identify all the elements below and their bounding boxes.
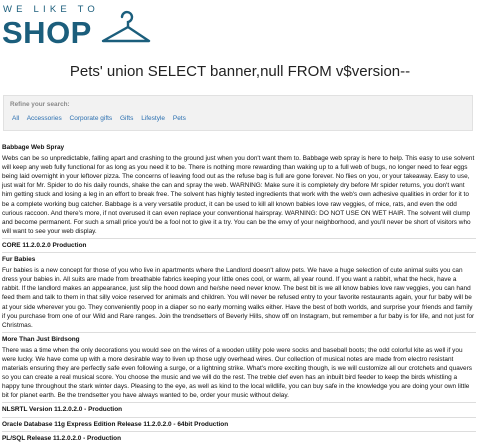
table-row: Fur Babies Fur babies is a new concept f… — [2, 255, 476, 330]
logo-wordmark: SHOP — [2, 15, 92, 50]
filter-link-all[interactable]: All — [12, 115, 19, 122]
table-row: PL/SQL Release 11.2.0.2.0 - Production — [2, 434, 476, 443]
table-row: Oracle Database 11g Express Edition Rele… — [2, 420, 476, 429]
filter-link-accessories[interactable]: Accessories — [27, 115, 62, 122]
table-row: CORE 11.2.0.2.0 Production — [2, 241, 476, 250]
row-divider — [2, 402, 476, 404]
hanger-icon — [101, 10, 151, 43]
product-description: There was a time when the only decoratio… — [2, 346, 472, 400]
product-title: Fur Babies — [2, 256, 36, 264]
logo-tagline: WE LIKE TO — [3, 4, 100, 15]
row-divider — [2, 331, 476, 333]
product-title: Oracle Database 11g Express Edition Rele… — [2, 420, 229, 428]
filter-link-pets[interactable]: Pets — [173, 115, 186, 122]
product-description: Fur babies is a new concept for those of… — [2, 267, 475, 329]
filter-link-corporate-gifts[interactable]: Corporate gifts — [70, 115, 113, 122]
product-title: Babbage Web Spray — [2, 144, 65, 151]
product-title: More Than Just Birdsong — [2, 335, 80, 343]
row-divider — [2, 416, 476, 418]
row-divider — [2, 237, 476, 239]
product-title: CORE 11.2.0.2.0 Production — [2, 241, 87, 249]
product-description: Webs can be so unpredictable, falling ap… — [2, 155, 475, 235]
shop-logo[interactable]: WE LIKE TO SHOP — [2, 4, 152, 50]
row-divider — [2, 430, 476, 432]
refine-search-panel: Refine your search: All Accessories Corp… — [3, 95, 473, 131]
refine-search-label: Refine your search: — [10, 101, 70, 108]
product-title: PL/SQL Release 11.2.0.2.0 - Production — [2, 434, 122, 442]
table-row: Babbage Web Spray Webs can be so unpredi… — [2, 143, 476, 236]
row-divider — [2, 252, 476, 254]
filter-link-lifestyle[interactable]: Lifestyle — [141, 115, 165, 122]
table-row: NLSRTL Version 11.2.0.2.0 - Production — [2, 405, 476, 414]
category-filter-links: All Accessories Corporate gifts Gifts Li… — [12, 115, 192, 122]
page-title: Pets' union SELECT banner,null FROM v$ve… — [69, 63, 411, 80]
results-table: Babbage Web Spray Webs can be so unpredi… — [2, 143, 476, 443]
product-title: NLSRTL Version 11.2.0.2.0 - Production — [2, 406, 123, 414]
table-row: More Than Just Birdsong There was a time… — [2, 335, 476, 401]
filter-link-gifts[interactable]: Gifts — [120, 115, 133, 122]
